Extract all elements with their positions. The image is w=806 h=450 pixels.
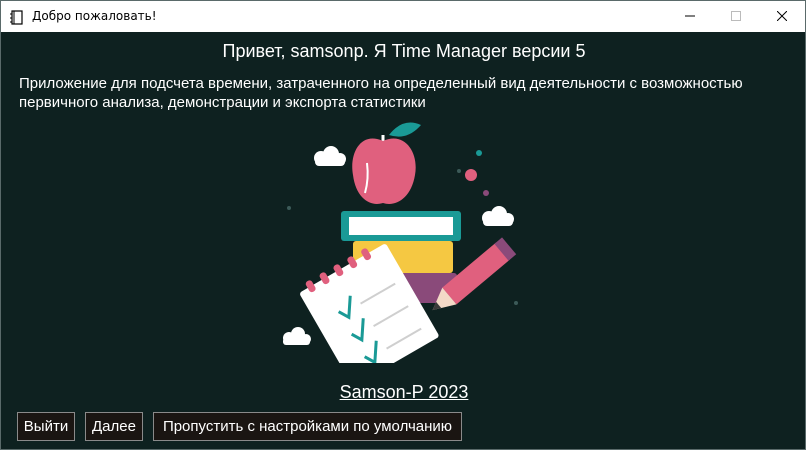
author-credit-link[interactable]: Samson-P 2023 (1, 382, 806, 403)
maximize-icon (731, 8, 741, 26)
welcome-illustration (271, 113, 541, 386)
window-title: Добро пожаловать! (32, 9, 157, 23)
title-bar: Добро пожаловать! (1, 1, 805, 32)
skip-defaults-button[interactable]: Пропустить с настройками по умолчанию (153, 412, 462, 441)
maximize-button[interactable] (713, 1, 759, 32)
app-description: Приложение для подсчета времени, затраче… (19, 75, 743, 111)
minimize-icon (685, 8, 695, 26)
notebook-icon (9, 9, 25, 25)
welcome-window: Добро пожаловать! Привет, samsonp. Я Tim… (0, 0, 806, 450)
minimize-button[interactable] (667, 1, 713, 32)
exit-button[interactable]: Выйти (17, 412, 75, 441)
close-button[interactable] (759, 1, 805, 32)
next-button[interactable]: Далее (85, 412, 143, 441)
welcome-heading: Привет, samsonp. Я Time Manager версии 5 (222, 41, 586, 61)
close-icon (776, 8, 788, 26)
